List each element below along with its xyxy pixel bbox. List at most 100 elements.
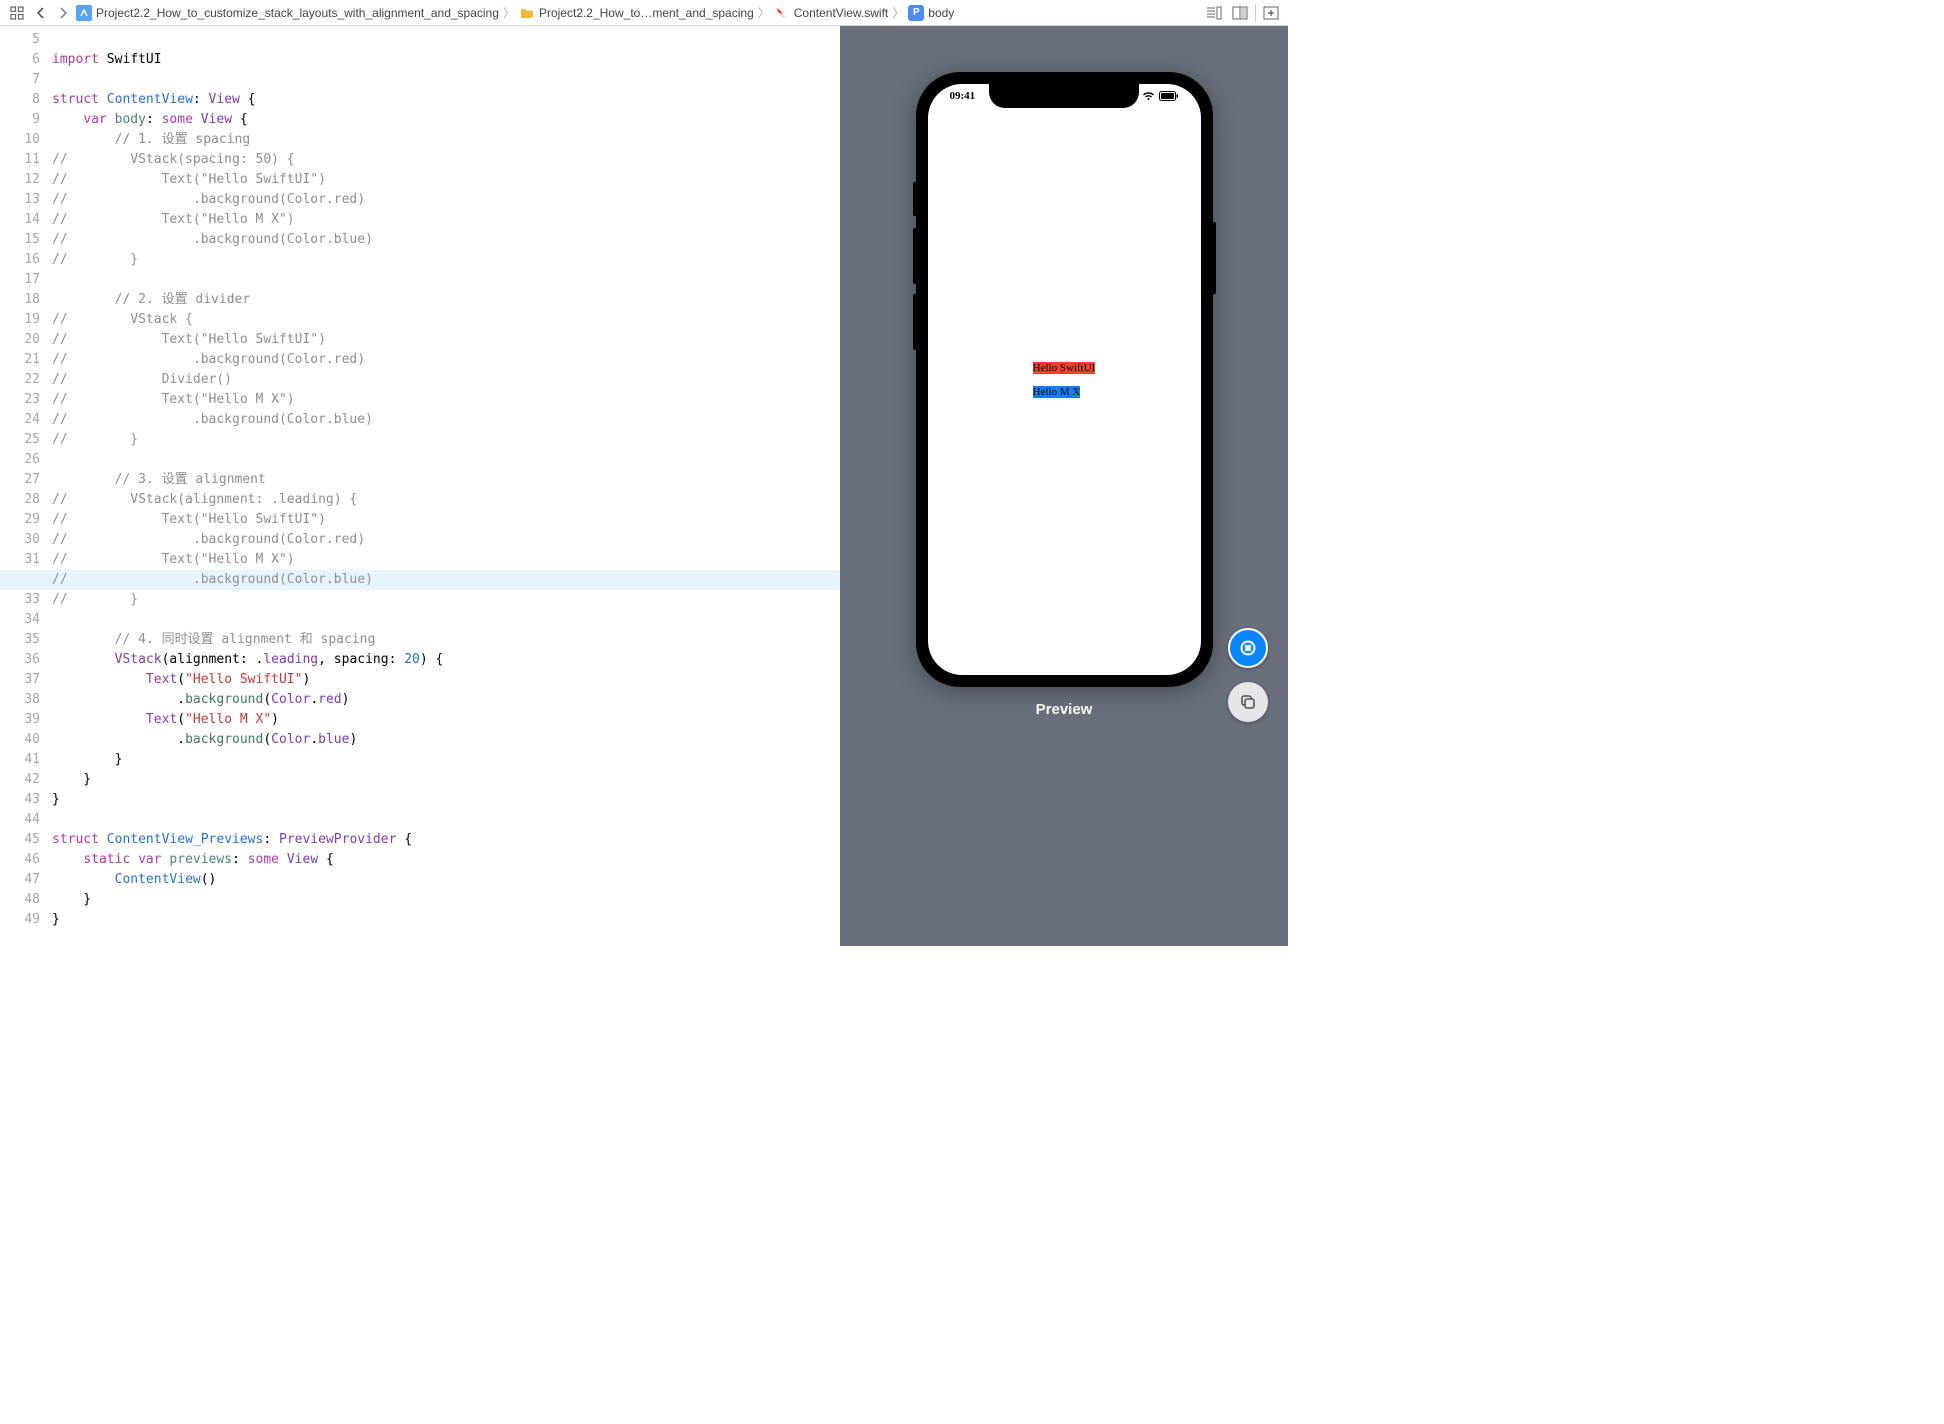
line-number: 8 xyxy=(0,90,40,110)
preview-content: Hello SwiftUI Hello M X xyxy=(928,84,1201,675)
line-number: 22 xyxy=(0,370,40,390)
code-line[interactable]: // .background(Color.blue) xyxy=(52,410,840,430)
code-line[interactable] xyxy=(52,610,840,630)
line-number: 28 xyxy=(0,490,40,510)
line-number: 21 xyxy=(0,350,40,370)
iphone-frame: 09:41 Hello SwiftUI xyxy=(916,72,1213,687)
line-number: 34 xyxy=(0,610,40,630)
line-number: 23 xyxy=(0,390,40,410)
code-line[interactable]: // Text("Hello M X") xyxy=(52,550,840,570)
line-number: 20 xyxy=(0,330,40,350)
code-line[interactable]: // } xyxy=(52,430,840,450)
code-line[interactable]: // 2. 设置 divider xyxy=(52,290,840,310)
code-line[interactable]: struct ContentView: View { xyxy=(52,90,840,110)
editor-breadcrumb-bar: Project2.2_How_to_customize_stack_layout… xyxy=(0,0,1288,26)
code-line[interactable]: } xyxy=(52,890,840,910)
notch xyxy=(989,84,1139,108)
line-number: 30 xyxy=(0,530,40,550)
folder-icon xyxy=(519,5,535,21)
breadcrumb-label: body xyxy=(928,6,954,20)
code-line[interactable]: // .background(Color.blue) xyxy=(0,570,840,590)
preview-text-red: Hello SwiftUI xyxy=(1033,362,1096,374)
code-line[interactable]: struct ContentView_Previews: PreviewProv… xyxy=(52,830,840,850)
code-line[interactable]: .background(Color.red) xyxy=(52,690,840,710)
editor-options-icon[interactable] xyxy=(1229,3,1251,23)
duplicate-preview-button[interactable] xyxy=(1228,682,1268,722)
code-line[interactable]: // } xyxy=(52,250,840,270)
line-number: 38 xyxy=(0,690,40,710)
line-number: 13 xyxy=(0,190,40,210)
code-line[interactable]: // 3. 设置 alignment xyxy=(52,470,840,490)
code-line[interactable]: // VStack(spacing: 50) { xyxy=(52,150,840,170)
related-items-icon[interactable] xyxy=(6,3,28,23)
line-number: 33 xyxy=(0,590,40,610)
line-number: 24 xyxy=(0,410,40,430)
code-line[interactable]: // Text("Hello SwiftUI") xyxy=(52,330,840,350)
code-line[interactable] xyxy=(52,70,840,90)
code-line[interactable]: // .background(Color.red) xyxy=(52,190,840,210)
code-line[interactable] xyxy=(52,30,840,50)
code-line[interactable]: } xyxy=(52,910,840,930)
minimap-icon[interactable] xyxy=(1203,3,1225,23)
nav-back-icon[interactable] xyxy=(32,4,50,22)
code-line[interactable]: // 1. 设置 spacing xyxy=(52,130,840,150)
code-line[interactable]: var body: some View { xyxy=(52,110,840,130)
code-line[interactable]: // VStack(alignment: .leading) { xyxy=(52,490,840,510)
code-line[interactable]: import SwiftUI xyxy=(52,50,840,70)
code-line[interactable]: } xyxy=(52,750,840,770)
line-number: 46 xyxy=(0,850,40,870)
code-line[interactable]: // .background(Color.red) xyxy=(52,530,840,550)
breadcrumb-file[interactable]: ContentView.swift xyxy=(774,5,889,21)
source-editor[interactable]: 5678910111213141516171819202122232425262… xyxy=(0,26,840,946)
code-line[interactable] xyxy=(52,270,840,290)
line-number: 12 xyxy=(0,170,40,190)
canvas-pane: 09:41 Hello SwiftUI xyxy=(840,26,1288,946)
code-line[interactable]: // Divider() xyxy=(52,370,840,390)
line-number: 42 xyxy=(0,770,40,790)
breadcrumb-project[interactable]: Project2.2_How_to_customize_stack_layout… xyxy=(76,5,499,21)
code-line[interactable]: Text("Hello SwiftUI") xyxy=(52,670,840,690)
code-line[interactable]: VStack(alignment: .leading, spacing: 20)… xyxy=(52,650,840,670)
live-preview-button[interactable] xyxy=(1228,628,1268,668)
code-line[interactable]: // .background(Color.blue) xyxy=(52,230,840,250)
line-number: 36 xyxy=(0,650,40,670)
code-line[interactable]: ContentView() xyxy=(52,870,840,890)
code-line[interactable]: // Text("Hello M X") xyxy=(52,210,840,230)
line-gutter: 5678910111213141516171819202122232425262… xyxy=(0,26,52,946)
code-line[interactable]: // Text("Hello SwiftUI") xyxy=(52,170,840,190)
line-number: 41 xyxy=(0,750,40,770)
line-number: 10 xyxy=(0,130,40,150)
line-number: 40 xyxy=(0,730,40,750)
code-line[interactable]: // Text("Hello M X") xyxy=(52,390,840,410)
line-number: 19 xyxy=(0,310,40,330)
status-time: 09:41 xyxy=(950,90,976,102)
code-line[interactable]: Text("Hello M X") xyxy=(52,710,840,730)
code-line[interactable] xyxy=(52,810,840,830)
code-line[interactable]: // VStack { xyxy=(52,310,840,330)
code-line[interactable]: // } xyxy=(52,590,840,610)
source-code[interactable]: import SwiftUI struct ContentView: View {… xyxy=(52,26,840,946)
line-number: 25 xyxy=(0,430,40,450)
code-line[interactable]: // 4. 同时设置 alignment 和 spacing xyxy=(52,630,840,650)
wifi-icon xyxy=(1142,91,1155,101)
chevron-right-icon: 〉 xyxy=(892,4,904,21)
code-line[interactable]: } xyxy=(52,790,840,810)
line-number: 48 xyxy=(0,890,40,910)
swift-file-icon xyxy=(774,5,790,21)
breadcrumb-symbol[interactable]: P body xyxy=(908,5,954,21)
line-number: 29 xyxy=(0,510,40,530)
code-line[interactable] xyxy=(52,450,840,470)
line-number: 35 xyxy=(0,630,40,650)
code-line[interactable]: // Text("Hello SwiftUI") xyxy=(52,510,840,530)
code-line[interactable]: .background(Color.blue) xyxy=(52,730,840,750)
breadcrumb-folder[interactable]: Project2.2_How_to…ment_and_spacing xyxy=(519,5,754,21)
breadcrumb-label: Project2.2_How_to_customize_stack_layout… xyxy=(96,6,499,20)
line-number: 7 xyxy=(0,70,40,90)
code-line[interactable]: } xyxy=(52,770,840,790)
add-editor-icon[interactable] xyxy=(1260,3,1282,23)
nav-forward-icon[interactable] xyxy=(54,4,72,22)
code-line[interactable]: // .background(Color.red) xyxy=(52,350,840,370)
breadcrumb: Project2.2_How_to_customize_stack_layout… xyxy=(76,4,1199,21)
code-line[interactable]: static var previews: some View { xyxy=(52,850,840,870)
line-number: 6 xyxy=(0,50,40,70)
